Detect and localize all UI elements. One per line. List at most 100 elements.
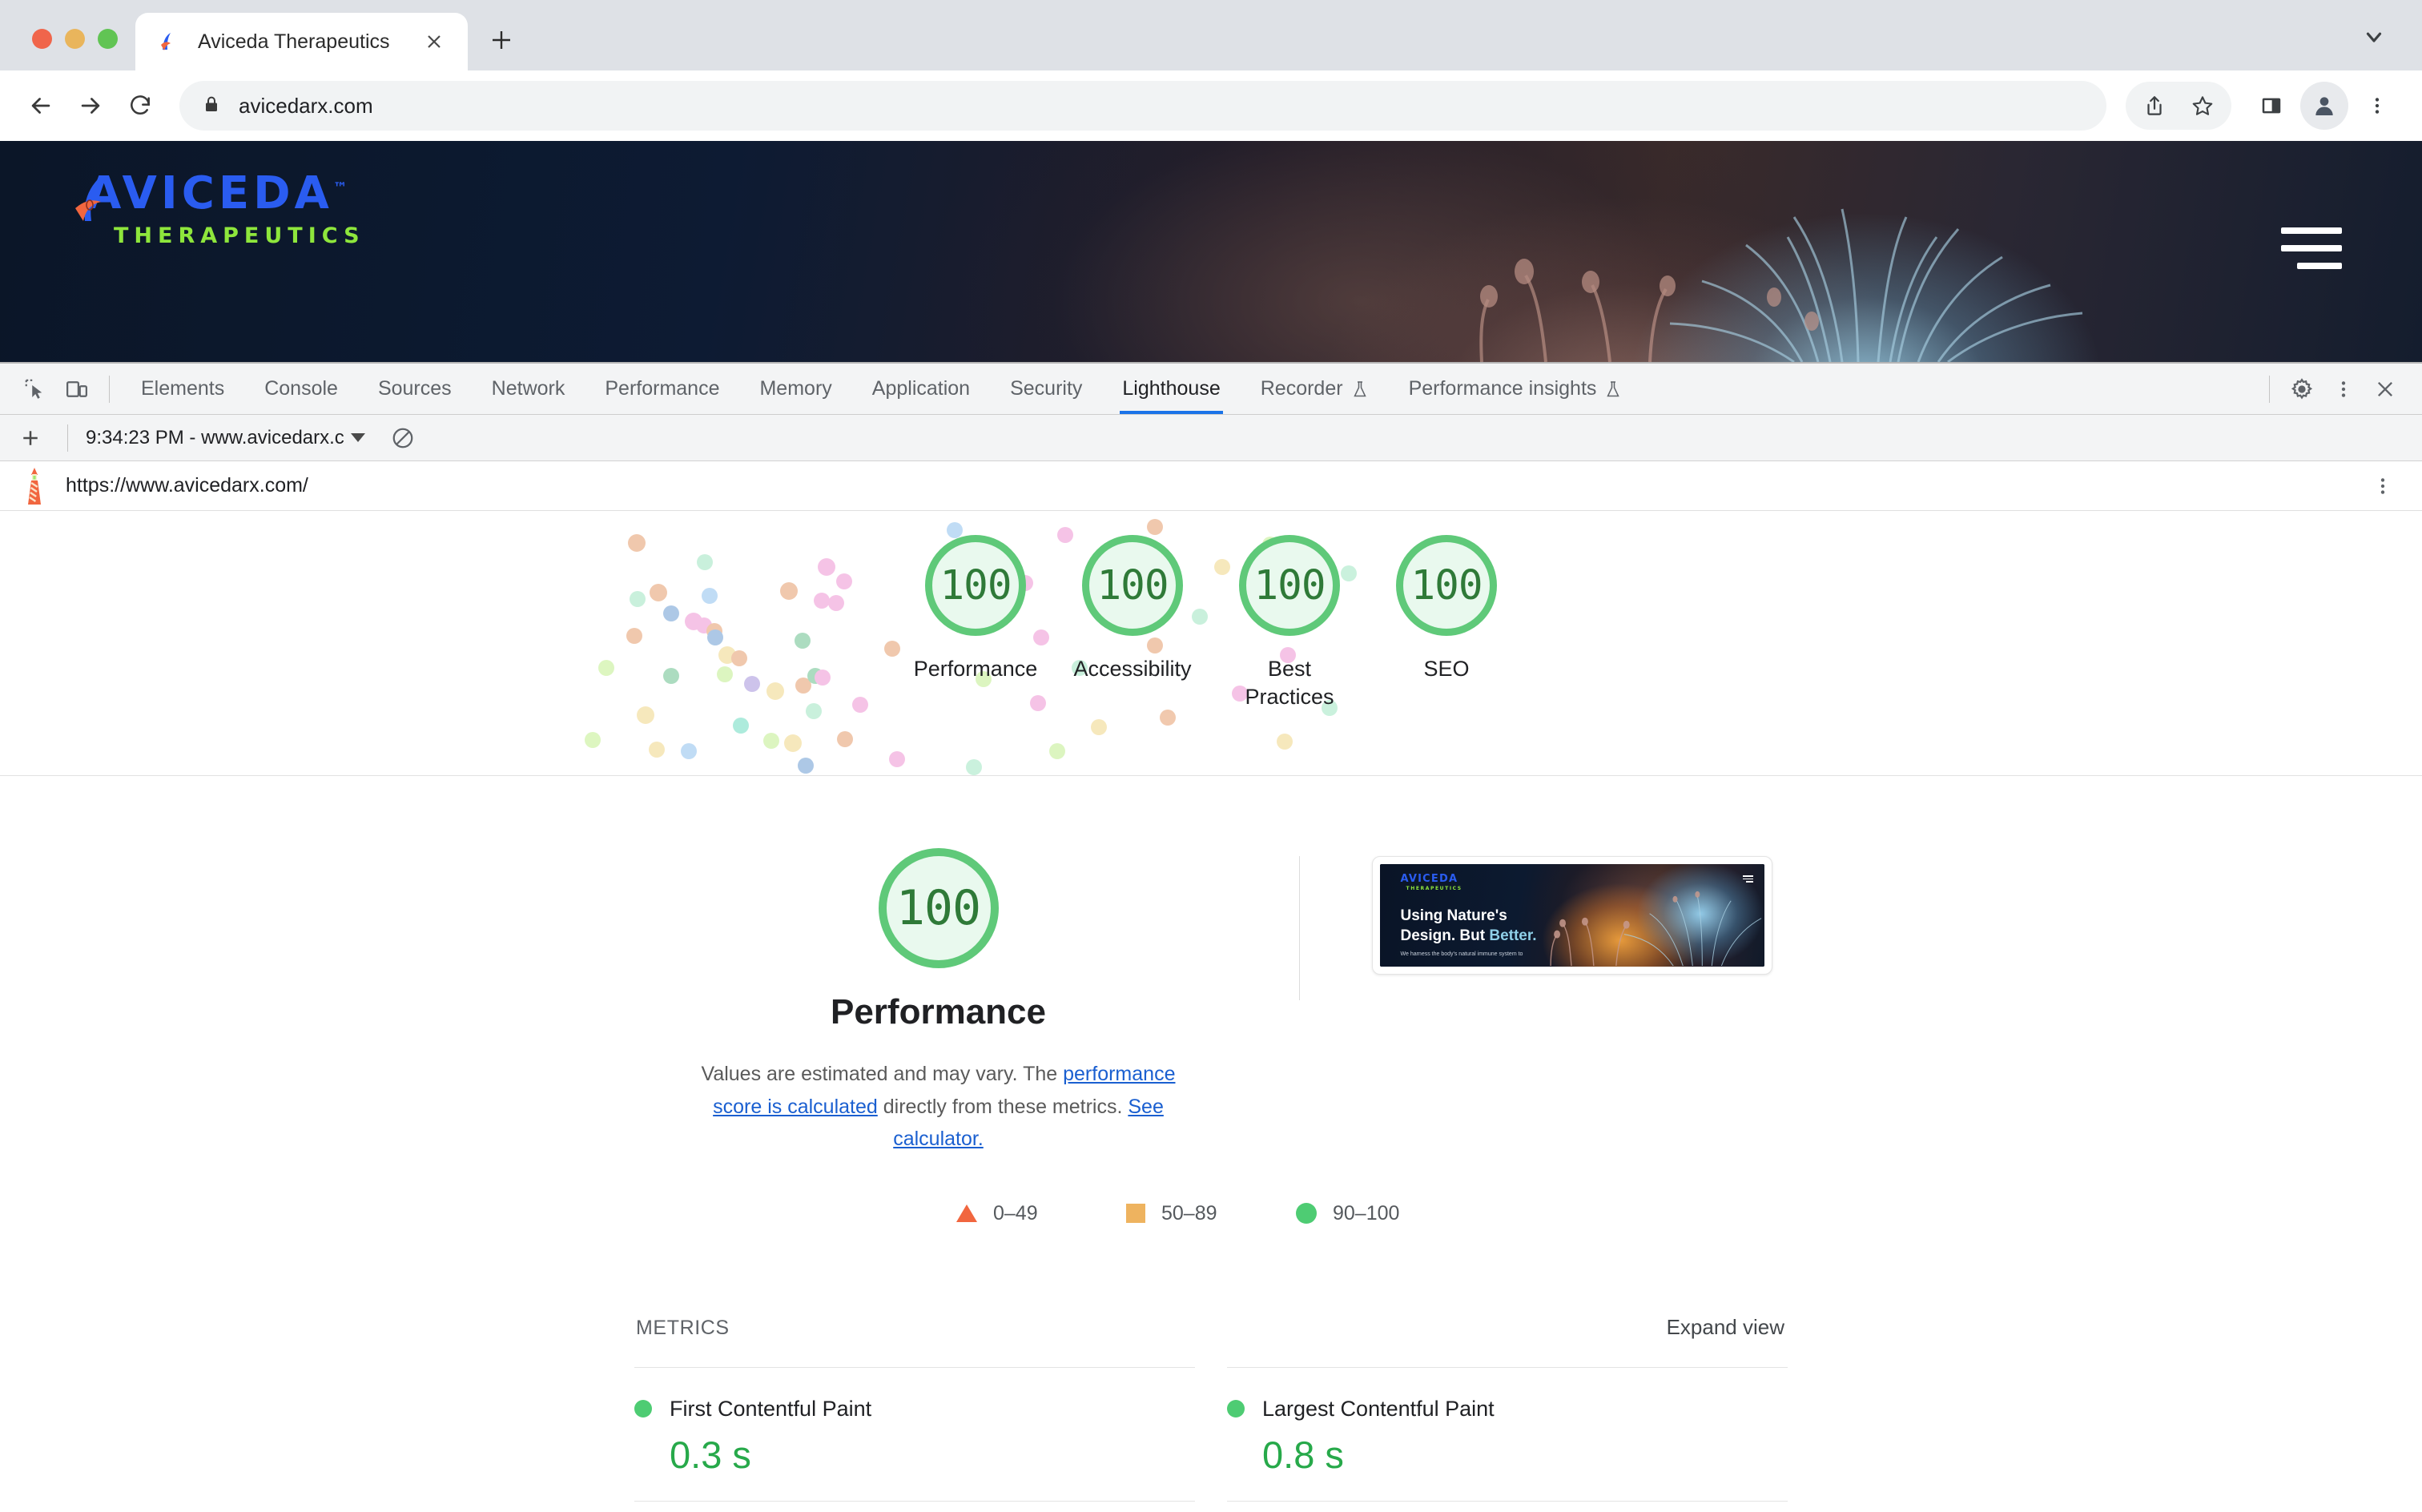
address-bar[interactable]: avicedarx.com <box>179 81 2106 131</box>
tab-elements[interactable]: Elements <box>121 364 244 414</box>
toolbar-divider <box>67 424 68 452</box>
star-icon[interactable] <box>2179 82 2227 130</box>
tab-application[interactable]: Application <box>852 364 990 414</box>
share-icon[interactable] <box>2130 82 2179 130</box>
legend-average: 50–89 <box>1126 1202 1296 1225</box>
aviceda-logo: AVICEDA™ THERAPEUTICS <box>75 171 365 248</box>
maximize-window-button[interactable] <box>98 29 118 49</box>
aviceda-logo-mark <box>75 176 101 221</box>
tab-performance-insights[interactable]: Performance insights <box>1389 364 1643 414</box>
tab-memory[interactable]: Memory <box>739 364 851 414</box>
tab-performance[interactable]: Performance <box>585 364 739 414</box>
kebab-menu-icon[interactable] <box>2364 468 2401 505</box>
pass-circle-icon <box>1227 1400 1245 1418</box>
screenshot-headline: Using Nature's Design. But Better. <box>1401 906 1537 947</box>
lighthouse-report: https://www.avicedarx.com/ 100 Performan… <box>0 461 2422 1512</box>
gauge-seo[interactable]: 100 SEO <box>1368 535 1525 683</box>
performance-title: Performance <box>830 992 1046 1031</box>
kebab-menu-icon[interactable] <box>2323 368 2364 410</box>
metric-largest-contentful-paint[interactable]: Largest Contentful Paint 0.8 s <box>1227 1366 1788 1501</box>
legend-pass: 90–100 <box>1296 1202 1466 1225</box>
experiment-flask-icon <box>1607 380 1620 396</box>
gauge-label: Best Practices <box>1245 657 1334 710</box>
category-gauges: 100 Performance 100 Accessibility 100 Be… <box>0 511 2422 775</box>
metrics-header: METRICS Expand view <box>634 1315 1788 1340</box>
headline-line-1: Using Nature's <box>1400 907 1507 924</box>
desc-text-2: directly from these metrics. <box>877 1095 1129 1118</box>
metric-value: 0.3 s <box>670 1433 751 1476</box>
tab-network[interactable]: Network <box>472 364 585 414</box>
back-arrow-icon[interactable] <box>16 81 66 131</box>
metric-row: First Contentful Paint <box>634 1397 1195 1422</box>
tab-list-chevron-down-icon[interactable] <box>2356 19 2392 54</box>
metrics-grid: First Contentful Paint 0.3 s Largest Con… <box>634 1366 1788 1512</box>
tab-security[interactable]: Security <box>990 364 1102 414</box>
inspect-element-icon[interactable] <box>14 368 56 410</box>
avatar[interactable] <box>2300 82 2348 130</box>
hamburger-menu-icon[interactable] <box>2281 227 2342 269</box>
browser-tab[interactable]: Aviceda Therapeutics <box>135 13 468 70</box>
tab-label: Application <box>871 377 971 400</box>
metrics-title: METRICS <box>636 1316 730 1339</box>
metric-first-contentful-paint[interactable]: First Contentful Paint 0.3 s <box>634 1366 1195 1501</box>
forward-arrow-icon[interactable] <box>66 81 115 131</box>
metric-cumulative-layout-shift[interactable]: Cumulative Layout Shift <box>1227 1500 1788 1512</box>
tab-lighthouse[interactable]: Lighthouse <box>1102 364 1240 414</box>
gauge-score: 100 <box>1410 561 1483 609</box>
metrics-section: METRICS Expand view First Contentful Pai… <box>634 1225 1788 1512</box>
legend-range: 50–89 <box>1161 1201 1217 1224</box>
lock-icon <box>202 94 221 118</box>
share-bookmark-group <box>2126 82 2231 130</box>
gauge-ring: 100 <box>925 535 1026 636</box>
devtools-panel: Elements Console Sources Network Perform… <box>0 362 2422 1512</box>
gear-icon[interactable] <box>2281 368 2323 410</box>
clear-all-icon[interactable] <box>384 420 421 456</box>
tab-label: Console <box>264 377 338 400</box>
gauge-best-practices[interactable]: 100 Best Practices <box>1211 535 1368 711</box>
toolbar-divider <box>2269 375 2270 403</box>
legend-range: 0–49 <box>993 1201 1038 1224</box>
close-icon[interactable] <box>418 26 450 58</box>
final-screenshot-card[interactable]: AVICEDA THERAPEUTICS Using Nature's Desi… <box>1371 856 1772 975</box>
metric-name: First Contentful Paint <box>670 1396 872 1421</box>
screenshot-logo: AVICEDA THERAPEUTICS <box>1401 874 1462 891</box>
gauge-score: 100 <box>1096 561 1169 609</box>
score-scale-legend: 0–49 50–89 90–100 <box>0 1202 2422 1225</box>
metric-total-blocking-time[interactable]: Total Blocking Time <box>634 1500 1195 1512</box>
close-window-button[interactable] <box>32 29 52 49</box>
metric-value: 0.8 s <box>1262 1433 1344 1476</box>
window-controls <box>0 29 135 70</box>
tab-recorder[interactable]: Recorder <box>1241 364 1389 414</box>
kebab-menu-icon[interactable] <box>2353 82 2401 130</box>
run-label: 9:34:23 PM - www.avicedarx.c <box>86 426 344 448</box>
tab-sources[interactable]: Sources <box>358 364 472 414</box>
side-panel-icon[interactable] <box>2247 82 2295 130</box>
lighthouse-logo-icon <box>28 467 41 505</box>
gauge-accessibility[interactable]: 100 Accessibility <box>1054 535 1211 683</box>
close-icon[interactable] <box>2364 368 2406 410</box>
browser-window: Aviceda Therapeutics avicedarx.com AVICE… <box>0 0 2422 1512</box>
lighthouse-run-selector[interactable]: 9:34:23 PM - www.avicedarx.c <box>86 427 365 449</box>
gauge-ring: 100 <box>1239 535 1340 636</box>
tab-label: Performance <box>605 377 720 400</box>
tab-title: Aviceda Therapeutics <box>198 30 390 53</box>
plus-icon[interactable] <box>11 419 50 457</box>
headline-line-2a: Design. But <box>1400 927 1490 945</box>
headline-line-2b: Better. <box>1489 927 1537 945</box>
tab-label: Performance insights <box>1408 377 1597 400</box>
address-bar-url: avicedarx.com <box>239 93 373 118</box>
new-tab-button[interactable] <box>479 18 524 62</box>
minimize-window-button[interactable] <box>65 29 85 49</box>
reload-icon[interactable] <box>115 81 165 131</box>
page-hero-banner: AVICEDA™ THERAPEUTICS <box>0 141 2422 362</box>
experiment-flask-icon <box>1353 380 1366 396</box>
performance-summary-right: AVICEDA THERAPEUTICS Using Nature's Desi… <box>1371 848 1772 975</box>
gauge-performance[interactable]: 100 Performance <box>897 535 1054 683</box>
gauge-score: 100 <box>1253 561 1326 609</box>
browser-toolbar: avicedarx.com <box>0 70 2422 141</box>
expand-view-button[interactable]: Expand view <box>1667 1315 1784 1340</box>
tab-console[interactable]: Console <box>244 364 358 414</box>
device-toolbar-icon[interactable] <box>56 368 98 410</box>
report-url: https://www.avicedarx.com/ <box>66 474 308 497</box>
gauge-label: SEO <box>1423 657 1470 681</box>
